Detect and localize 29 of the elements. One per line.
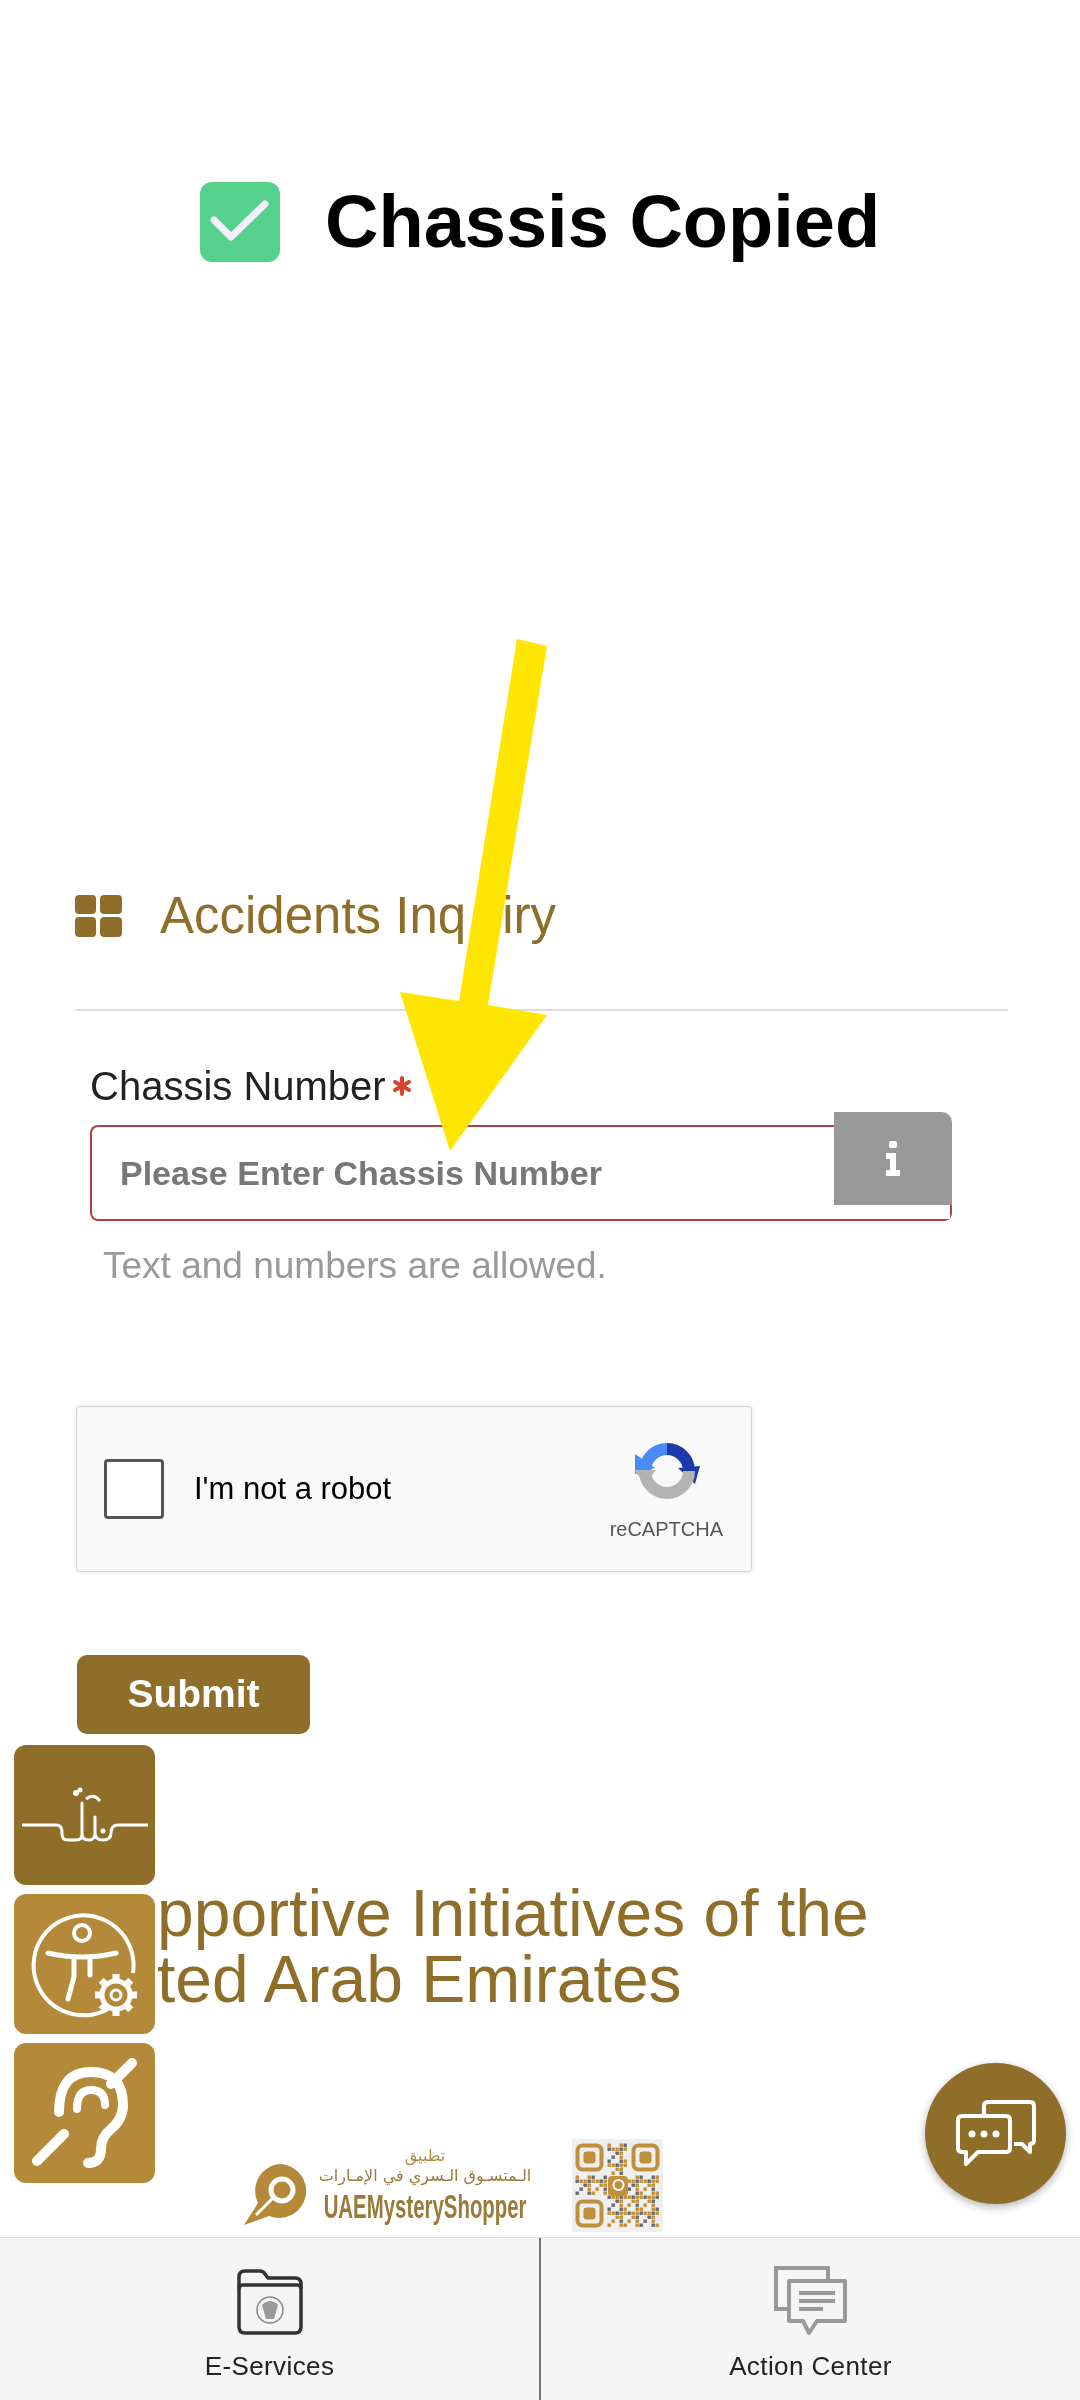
hearing-button[interactable] xyxy=(14,2043,155,2183)
check-icon xyxy=(200,182,280,262)
info-icon xyxy=(885,1141,901,1176)
app-name-arabic: الـمتسـوق الـسري في الإمـارات xyxy=(318,2166,532,2187)
nav-tab[interactable]: Action Center xyxy=(541,2238,1080,2400)
accessibility-button[interactable] xyxy=(14,1894,155,2034)
message-bubbles-icon xyxy=(773,2265,848,2337)
section-title: Accidents Inq xyxy=(160,886,467,946)
caption-title: Chassis Copied xyxy=(325,182,881,262)
captcha-label: I'm not a robot xyxy=(194,1471,392,1507)
field-hint: Text and numbers are allowed. xyxy=(103,1244,607,1288)
calligraphy-line-icon xyxy=(21,1787,148,1843)
submit-button[interactable]: Submit xyxy=(77,1655,310,1734)
chassis-number-field[interactable]: Please Enter Chassis Number xyxy=(90,1125,834,1221)
nav-tab[interactable]: E-Services xyxy=(0,2238,541,2400)
qr-code-icon xyxy=(572,2139,663,2232)
ear-slash-icon xyxy=(31,2057,138,2169)
checkbox[interactable] xyxy=(104,1459,164,1519)
app-label: تطبيق xyxy=(404,2146,446,2165)
field-label: Chassis Number xyxy=(90,1063,386,1110)
logo-mark-icon xyxy=(242,2163,308,2225)
initiative-logo-button[interactable] xyxy=(14,1745,155,1885)
app-name: UAEMysteryShopper xyxy=(323,2187,527,2225)
chat-bubbles-icon xyxy=(955,2100,1036,2167)
grid-icon xyxy=(75,895,122,937)
captcha-brand: reCAPTCHA xyxy=(609,1516,723,1541)
info-button[interactable] xyxy=(834,1112,952,1221)
chat-button[interactable] xyxy=(925,2063,1066,2204)
section-title: iry xyxy=(502,886,556,946)
